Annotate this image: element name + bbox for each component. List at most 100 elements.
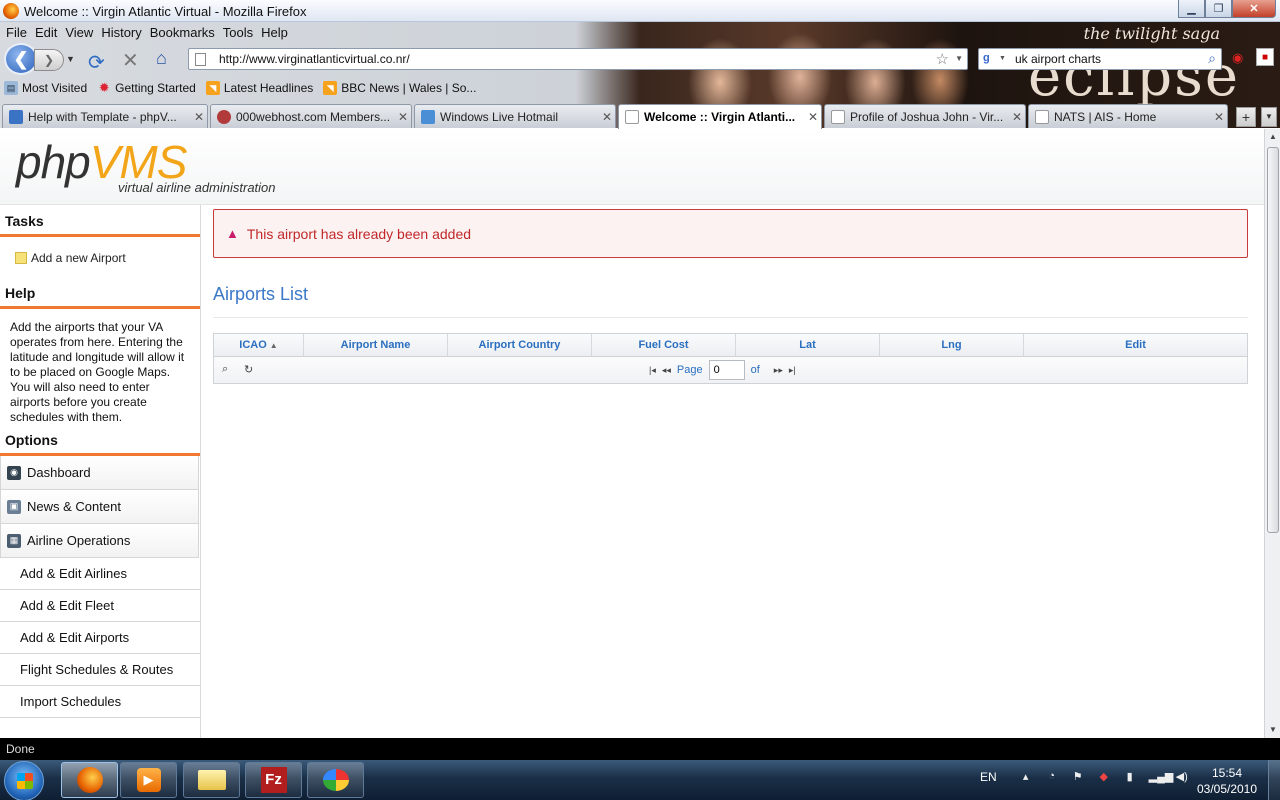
bookmark-latest-headlines[interactable]: ◥ Latest Headlines — [205, 81, 313, 95]
sub-import-schedules[interactable]: Import Schedules — [0, 686, 200, 718]
back-button[interactable]: ❮ — [4, 43, 38, 75]
bookmark-most-visited[interactable]: ▤ Most Visited — [4, 81, 87, 95]
tab-list-button[interactable]: ▼ — [1261, 107, 1277, 127]
google-icon[interactable]: g — [983, 52, 997, 66]
taskbar-clock[interactable]: 15:54 03/05/2010 — [1192, 765, 1262, 797]
maximize-button[interactable]: ❐ — [1205, 0, 1232, 18]
volume-icon[interactable]: ◀) — [1175, 770, 1189, 784]
column-fuel-cost[interactable]: Fuel Cost — [592, 334, 736, 356]
tab-hotmail[interactable]: Windows Live Hotmail ✕ — [414, 104, 616, 128]
column-icao[interactable]: ICAO ▲ — [214, 334, 304, 356]
column-airport-name[interactable]: Airport Name — [304, 334, 448, 356]
tab-label: NATS | AIS - Home — [1054, 109, 1157, 124]
sub-add-edit-fleet[interactable]: Add & Edit Fleet — [0, 590, 200, 622]
column-lat[interactable]: Lat — [736, 334, 880, 356]
home-button[interactable]: ⌂ — [156, 48, 167, 69]
next-page-icon[interactable]: ▸▸ — [774, 365, 783, 376]
column-airport-country[interactable]: Airport Country — [448, 334, 592, 356]
clock-app-icon[interactable]: ◔ — [1045, 770, 1059, 784]
vertical-scrollbar[interactable]: ▲ ▼ — [1264, 129, 1280, 738]
menu-bookmarks[interactable]: Bookmarks — [148, 23, 221, 41]
search-engine-dropdown-icon[interactable]: ▼ — [999, 55, 1006, 62]
action-center-flag-icon[interactable]: ⚑ — [1071, 770, 1085, 784]
adblock-icon[interactable]: ■ — [1256, 48, 1274, 66]
tab-profile-joshua[interactable]: Profile of Joshua John - Vir... ✕ — [824, 104, 1026, 128]
close-button[interactable]: ✕ — [1232, 0, 1276, 18]
url-text[interactable]: http://www.virginatlanticvirtual.co.nr/ — [219, 52, 410, 66]
history-dropdown-icon[interactable]: ▼ — [66, 54, 75, 64]
menu-tools[interactable]: Tools — [221, 23, 259, 41]
tab-close-icon[interactable]: ✕ — [599, 110, 615, 124]
tab-close-icon[interactable]: ✕ — [805, 110, 821, 124]
network-icon[interactable]: ▂▄▆ — [1149, 770, 1174, 784]
device-icon[interactable]: ▮ — [1123, 770, 1137, 784]
taskbar-filezilla[interactable]: Fz — [245, 762, 302, 798]
page-number-input[interactable] — [708, 360, 745, 380]
first-page-icon[interactable]: |◂ — [649, 365, 656, 376]
error-alert: ▲ This airport has already been added — [213, 209, 1248, 258]
last-page-icon[interactable]: ▸| — [789, 365, 796, 376]
tab-close-icon[interactable]: ✕ — [1211, 110, 1227, 124]
search-input[interactable]: uk airport charts — [1015, 52, 1101, 66]
bookmark-bbc-news[interactable]: ◥ BBC News | Wales | So... — [323, 81, 476, 95]
tab-virgin-atlantic[interactable]: Welcome :: Virgin Atlanti... ✕ — [618, 104, 822, 129]
prev-page-icon[interactable]: ◂◂ — [662, 365, 671, 376]
reload-button[interactable]: ⟳ — [88, 50, 105, 75]
page-favicon-icon — [831, 109, 845, 124]
page-title: Airports List — [213, 284, 1248, 318]
search-bar[interactable]: g ▼ uk airport charts ⌕ — [978, 48, 1222, 70]
show-hidden-icons-icon[interactable]: ▴ — [1019, 770, 1033, 784]
tab-nats-ais[interactable]: NATS | AIS - Home ✕ — [1028, 104, 1228, 128]
menu-view[interactable]: View — [63, 23, 99, 41]
search-icon[interactable]: ⌕ — [1208, 50, 1216, 67]
tab-label: Profile of Joshua John - Vir... — [850, 109, 1004, 124]
taskbar-firefox[interactable] — [61, 762, 118, 798]
menu-help[interactable]: Help — [259, 23, 294, 41]
tab-close-icon[interactable]: ✕ — [1009, 110, 1025, 124]
tab-close-icon[interactable]: ✕ — [191, 110, 207, 124]
minimize-button[interactable]: ▁ — [1178, 0, 1205, 18]
show-desktop-button[interactable] — [1268, 760, 1280, 800]
option-airline-operations[interactable]: ▦ Airline Operations — [0, 524, 199, 558]
scroll-down-icon[interactable]: ▼ — [1265, 722, 1280, 738]
airports-grid: ICAO ▲ Airport Name Airport Country Fuel … — [213, 333, 1248, 384]
tab-000webhost[interactable]: 000webhost.com Members... ✕ — [210, 104, 412, 128]
page-favicon-icon — [625, 110, 639, 124]
option-dashboard[interactable]: ◉ Dashboard — [0, 456, 199, 490]
forward-button[interactable]: ❯ — [34, 49, 64, 71]
tab-help-with-template[interactable]: Help with Template - phpV... ✕ — [2, 104, 208, 128]
navigation-toolbar: ❮ ❯ ▼ ⟳ ✕ ⌂ http://www.virginatlanticvir… — [0, 42, 1280, 76]
sub-flight-schedules-routes[interactable]: Flight Schedules & Routes — [0, 654, 200, 686]
url-dropdown-icon[interactable]: ▼ — [955, 54, 963, 63]
menu-edit[interactable]: Edit — [33, 23, 63, 41]
column-lng[interactable]: Lng — [880, 334, 1024, 356]
grid-refresh-icon[interactable]: ↻ — [244, 363, 253, 376]
language-indicator[interactable]: EN — [980, 770, 997, 784]
bookmark-getting-started[interactable]: ✹ Getting Started — [97, 80, 196, 95]
bookmark-star-icon[interactable]: ☆ — [936, 50, 949, 68]
scroll-up-icon[interactable]: ▲ — [1265, 129, 1280, 145]
menu-history[interactable]: History — [99, 23, 147, 41]
tab-close-icon[interactable]: ✕ — [395, 110, 411, 124]
stop-button[interactable]: ✕ — [122, 48, 139, 73]
option-label: News & Content — [27, 499, 121, 514]
taskbar-explorer[interactable] — [183, 762, 240, 798]
status-bar: Done — [0, 738, 1280, 760]
sub-add-edit-airlines[interactable]: Add & Edit Airlines — [0, 558, 200, 590]
new-tab-button[interactable]: + — [1236, 107, 1256, 127]
taskbar-media-player[interactable]: ▶ — [120, 762, 177, 798]
addon-icon[interactable]: ◉ — [1232, 50, 1248, 66]
grid-search-icon[interactable]: ⌕ — [222, 363, 228, 376]
paint-icon — [322, 769, 349, 791]
scrollbar-thumb[interactable] — [1267, 147, 1279, 533]
page-header: phpVMS virtual airline administration — [0, 129, 1264, 205]
column-edit[interactable]: Edit — [1024, 334, 1247, 356]
antivirus-icon[interactable]: ◆ — [1097, 770, 1111, 784]
menu-file[interactable]: File — [4, 23, 33, 41]
add-airport-link[interactable]: Add a new Airport — [0, 237, 200, 277]
sub-add-edit-airports[interactable]: Add & Edit Airports — [0, 622, 200, 654]
start-button[interactable] — [4, 761, 44, 800]
url-bar[interactable]: http://www.virginatlanticvirtual.co.nr/ … — [188, 48, 968, 70]
taskbar-paint[interactable] — [307, 762, 364, 798]
option-news-content[interactable]: ▣ News & Content — [0, 490, 199, 524]
